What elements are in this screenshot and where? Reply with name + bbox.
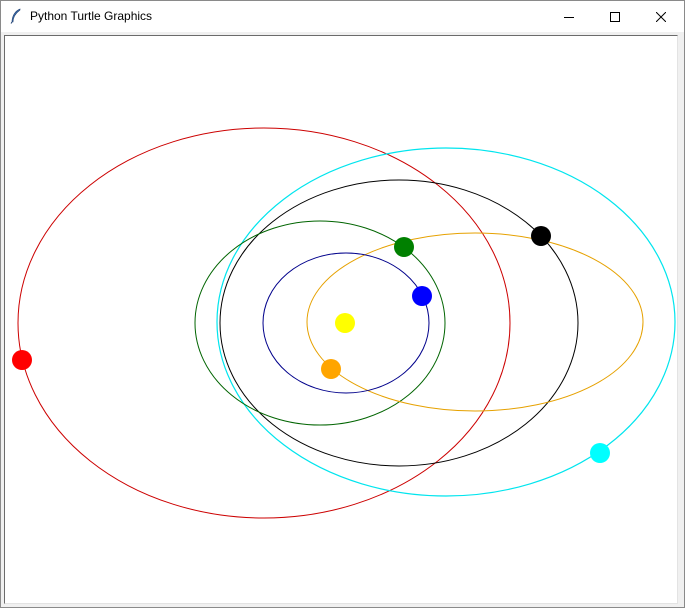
- turtle-canvas[interactable]: [4, 35, 678, 604]
- orbit-cyan: [216, 147, 676, 497]
- orbit-orange: [306, 232, 644, 412]
- sun: [335, 313, 355, 333]
- planet-orange: [321, 359, 341, 379]
- client-area: [1, 32, 684, 607]
- close-button[interactable]: [638, 1, 684, 32]
- minimize-icon: [564, 16, 574, 18]
- maximize-button[interactable]: [592, 1, 638, 32]
- drawing-surface[interactable]: [5, 36, 677, 603]
- planet-blue: [412, 286, 432, 306]
- planet-red: [12, 350, 32, 370]
- orbit-red: [17, 127, 511, 519]
- maximize-icon: [610, 11, 620, 22]
- feather-icon: [10, 8, 21, 24]
- orbit-black: [219, 179, 579, 467]
- close-icon: [656, 11, 666, 22]
- planet-cyan: [590, 443, 610, 463]
- turtle-window: Python Turtle Graphics: [0, 0, 685, 608]
- window-title: Python Turtle Graphics: [30, 9, 153, 23]
- planet-black: [531, 226, 551, 246]
- title-bar[interactable]: Python Turtle Graphics: [1, 1, 684, 32]
- minimize-button[interactable]: [546, 1, 592, 32]
- planet-green: [394, 237, 414, 257]
